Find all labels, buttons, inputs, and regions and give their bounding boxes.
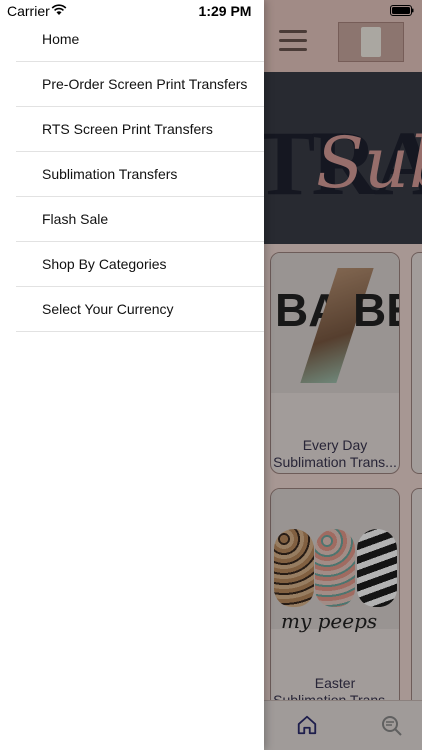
menu-item-label: Home	[42, 31, 80, 47]
status-bar: Carrier 1:29 PM	[0, 0, 422, 22]
menu-item-shop-by-categories[interactable]: Shop By Categories	[16, 242, 264, 287]
bunny-art	[357, 529, 397, 607]
drawer-menu: Home Pre-Order Screen Print Transfers RT…	[16, 17, 264, 332]
product-card-easter[interactable]: my peeps Easter Sublimation Trans...	[270, 488, 400, 730]
menu-item-sublimation-transfers[interactable]: Sublimation Transfers	[16, 152, 264, 197]
menu-item-label: Flash Sale	[42, 211, 109, 227]
menu-item-label: Shop By Categories	[42, 256, 167, 272]
menu-item-select-currency[interactable]: Select Your Currency	[16, 287, 264, 332]
search-icon[interactable]	[380, 714, 404, 738]
menu-item-label: Pre-Order Screen Print Transfers	[42, 76, 248, 92]
product-card-everyday[interactable]: BA BE Every Day Sublimation Trans...	[270, 252, 400, 474]
hamburger-icon[interactable]	[279, 30, 307, 52]
side-drawer: Home Pre-Order Screen Print Transfers RT…	[0, 0, 264, 750]
product-image: my peeps	[271, 489, 399, 633]
menu-item-home[interactable]: Home	[16, 17, 264, 62]
caption-line-1: Easter	[314, 675, 356, 691]
home-icon[interactable]	[296, 714, 318, 736]
product-image: BA BE	[271, 253, 399, 393]
store-logo	[338, 22, 404, 62]
caption-line-2: Sublimation Trans...	[273, 454, 397, 470]
product-card-peek[interactable]	[411, 252, 422, 474]
menu-item-rts-screen-print[interactable]: RTS Screen Print Transfers	[16, 107, 264, 152]
banner-script: Sub	[316, 122, 422, 204]
product-card-peek[interactable]	[411, 488, 422, 730]
product-caption: Every Day Sublimation Trans...	[271, 437, 399, 471]
art-text: my peeps	[281, 609, 378, 633]
menu-item-label: Sublimation Transfers	[42, 166, 178, 182]
menu-item-flash-sale[interactable]: Flash Sale	[16, 197, 264, 242]
battery-icon	[390, 5, 414, 16]
hero-banner: TRA Sub	[264, 72, 422, 244]
menu-item-label: RTS Screen Print Transfers	[42, 121, 213, 137]
caption-line-1: Every Day	[302, 437, 368, 453]
bunny-art	[315, 529, 355, 607]
menu-item-label: Select Your Currency	[42, 301, 174, 317]
status-time: 1:29 PM	[198, 3, 252, 19]
menu-item-pre-order-screen-print[interactable]: Pre-Order Screen Print Transfers	[16, 62, 264, 107]
bunny-art	[274, 529, 314, 607]
art-letters-right: BE	[353, 284, 399, 336]
